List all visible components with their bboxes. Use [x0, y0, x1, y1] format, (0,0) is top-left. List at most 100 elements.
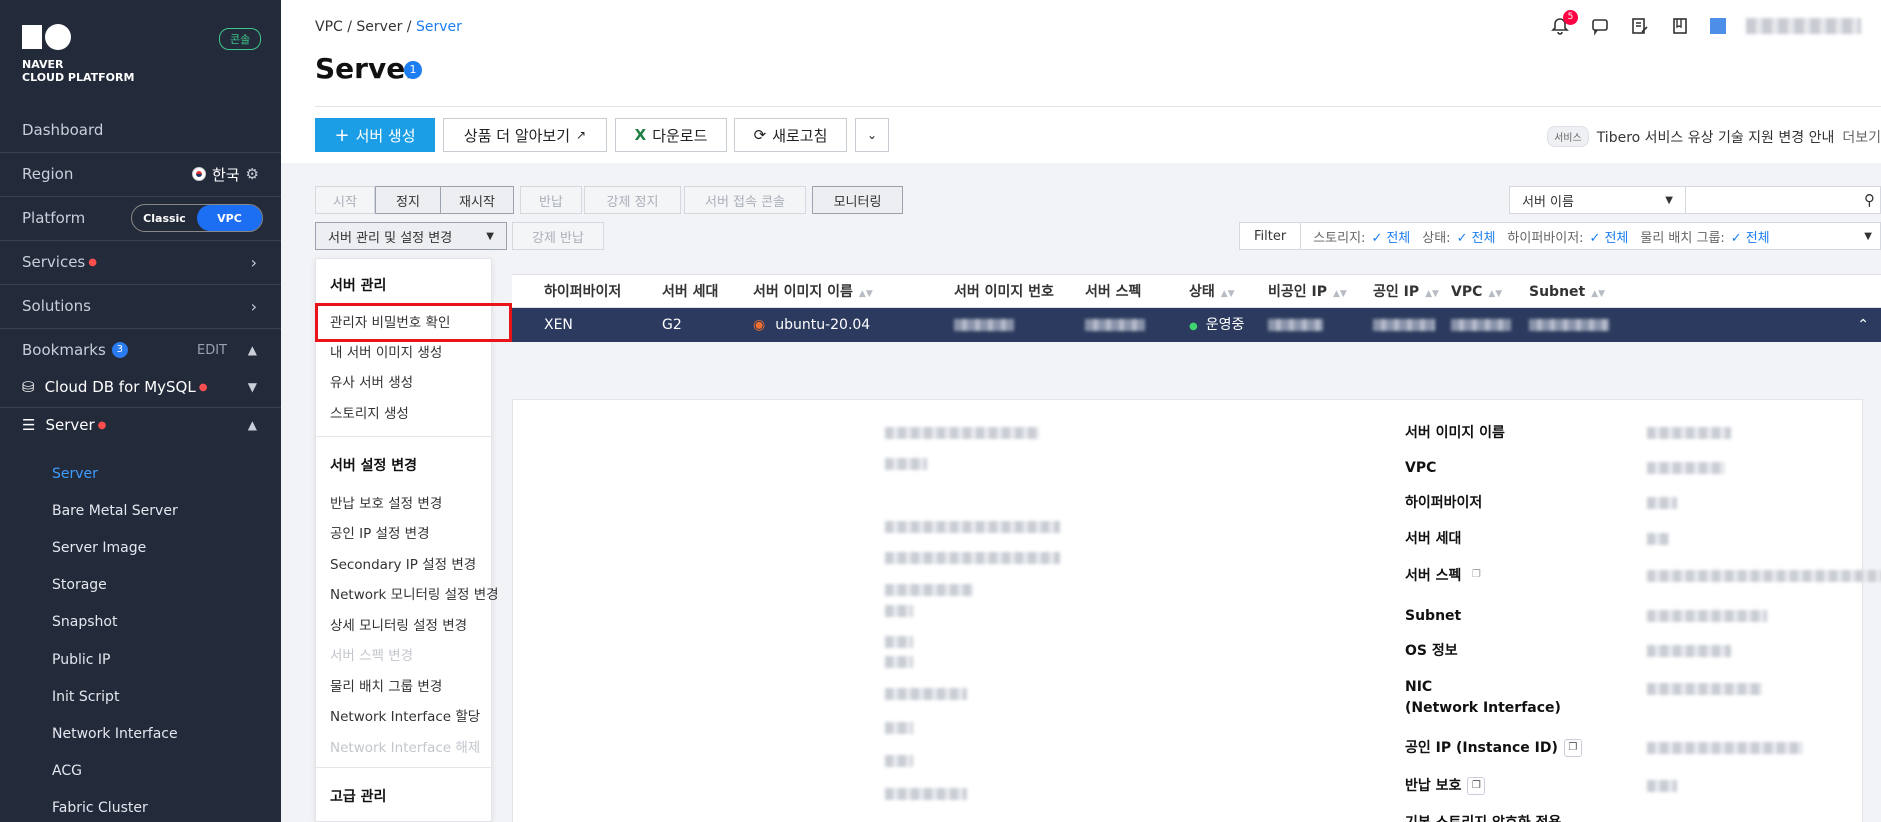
restart-button[interactable]: 재시작: [440, 186, 514, 214]
col-private-ip[interactable]: 비공인 IP ▲▼: [1268, 275, 1347, 311]
filter-bar[interactable]: Filter 스토리지: ✓ 전체 상태: ✓ 전체 하이퍼바이저: ✓ 전체 물리 배치 …: [1239, 222, 1881, 250]
menu-item-create-storage[interactable]: 스토리지 생성: [330, 402, 409, 422]
sidebar-item-solutions[interactable]: Solutions ›: [0, 286, 281, 326]
menu-item-change-spec[interactable]: 서버 스펙 변경: [330, 644, 413, 664]
sort-icon: ▲▼: [1488, 289, 1503, 299]
col-hypervisor[interactable]: 하이퍼바이저: [544, 275, 621, 309]
book-icon[interactable]: [1670, 16, 1690, 36]
copy-icon[interactable]: ❐: [1563, 739, 1582, 757]
check-icon: ✓: [1730, 230, 1742, 246]
notice-more-link[interactable]: 더보기: [1842, 127, 1881, 147]
sidebar-sub-fabric-cluster[interactable]: Fabric Cluster: [52, 800, 148, 816]
menu-item-assign-nic[interactable]: Network Interface 할당: [330, 705, 480, 725]
status-dot-icon: ●: [1189, 321, 1198, 332]
filter-storage[interactable]: 스토리지: ✓ 전체: [1313, 227, 1410, 246]
platform-classic-option[interactable]: Classic: [132, 205, 197, 231]
chevron-up-icon[interactable]: ▲: [248, 343, 257, 357]
caret-down-icon[interactable]: ▼: [1864, 231, 1872, 242]
user-avatar-icon[interactable]: [1710, 18, 1726, 34]
sidebar-sub-server[interactable]: Server: [52, 466, 98, 482]
sidebar-item-dashboard[interactable]: Dashboard: [0, 110, 281, 150]
refresh-button[interactable]: ⟳ 새로고침: [734, 118, 847, 152]
download-button[interactable]: X 다운로드: [615, 118, 727, 152]
caret-down-icon: ▼: [1665, 194, 1673, 206]
menu-item-create-similar-server[interactable]: 유사 서버 생성: [330, 371, 413, 391]
naver-cloud-logo[interactable]: NAVER CLOUD PLATFORM: [22, 24, 134, 84]
notice-text[interactable]: Tibero 서비스 유상 기술 지원 변경 안내: [1597, 127, 1835, 147]
col-spec[interactable]: 서버 스펙: [1085, 275, 1141, 309]
sidebar-sub-server-image[interactable]: Server Image: [52, 540, 146, 556]
return-button[interactable]: 반납: [520, 186, 582, 214]
sidebar-item-region[interactable]: Region 한국 ⚙: [0, 154, 281, 194]
menu-item-network-monitoring[interactable]: Network 모니터링 설정 변경: [330, 583, 499, 603]
search-icon[interactable]: ⚲: [1864, 191, 1875, 209]
filter-hypervisor[interactable]: 하이퍼바이저: ✓ 전체: [1507, 227, 1628, 246]
menu-item-public-ip[interactable]: 공인 IP 설정 변경: [330, 522, 430, 542]
cell-image: ◉ ubuntu-20.04: [753, 317, 871, 333]
menu-item-detailed-monitoring[interactable]: 상세 모니터링 설정 변경: [330, 614, 467, 634]
sidebar-sub-bare-metal-server[interactable]: Bare Metal Server: [52, 503, 178, 519]
col-public-ip[interactable]: 공인 IP ▲▼: [1373, 275, 1439, 311]
sidebar-item-services[interactable]: Services ● ›: [0, 242, 281, 282]
more-dropdown-button[interactable]: ⌄: [855, 118, 889, 152]
menu-item-create-server-image[interactable]: 내 서버 이미지 생성: [330, 341, 442, 361]
service-notice[interactable]: 서비스 Tibero 서비스 유상 기술 지원 변경 안내 더보기: [1547, 126, 1881, 147]
platform-toggle[interactable]: Classic VPC: [131, 204, 263, 232]
filter-placement-group[interactable]: 물리 배치 그룹: ✓ 전체: [1640, 227, 1769, 246]
console-badge[interactable]: 콘솔: [219, 28, 262, 50]
create-server-button[interactable]: + 서버 생성: [315, 118, 435, 152]
col-subnet[interactable]: Subnet ▲▼: [1529, 275, 1605, 311]
label-os: OS 정보: [1405, 643, 1458, 659]
col-status[interactable]: 상태 ▲▼: [1189, 275, 1235, 311]
col-image-number[interactable]: 서버 이미지 번호: [954, 275, 1054, 309]
sidebar-sub-storage[interactable]: Storage: [52, 577, 107, 593]
force-return-button[interactable]: 강제 반납: [512, 222, 604, 250]
menu-item-detach-nic[interactable]: Network Interface 해제: [330, 736, 480, 756]
filter-label[interactable]: Filter: [1240, 223, 1302, 249]
chat-icon[interactable]: [1590, 16, 1610, 36]
breadcrumb-vpc[interactable]: VPC: [315, 19, 343, 35]
edit-note-icon[interactable]: [1630, 16, 1650, 36]
monitoring-button[interactable]: 모니터링: [812, 186, 903, 214]
menu-item-placement-group[interactable]: 물리 배치 그룹 변경: [330, 675, 442, 695]
col-image-name[interactable]: 서버 이미지 이름 ▲▼: [753, 275, 873, 311]
start-button[interactable]: 시작: [315, 186, 375, 214]
breadcrumb-current: Server: [415, 19, 462, 35]
breadcrumb-server[interactable]: Server: [356, 19, 402, 35]
user-name-redacted[interactable]: [1746, 18, 1861, 34]
menu-item-secondary-ip[interactable]: Secondary IP 설정 변경: [330, 553, 476, 573]
sidebar-sub-public-ip[interactable]: Public IP: [52, 652, 110, 668]
learn-more-button[interactable]: 상품 더 알아보기 ↗: [443, 118, 607, 152]
copy-icon[interactable]: ❐: [1467, 567, 1486, 585]
sidebar-sub-init-script[interactable]: Init Script: [52, 689, 119, 705]
menu-section-advanced: 고급 관리: [330, 789, 387, 805]
chevron-down-icon[interactable]: ▼: [248, 380, 257, 394]
force-stop-button[interactable]: 강제 정지: [584, 186, 681, 214]
platform-vpc-option[interactable]: VPC: [197, 205, 262, 231]
sidebar-sub-acg[interactable]: ACG: [52, 763, 82, 779]
chevron-up-icon[interactable]: ▲: [248, 418, 257, 432]
bookmark-server[interactable]: ☰ Server ● ▲: [0, 405, 281, 445]
bell-icon[interactable]: 5: [1550, 10, 1578, 36]
sidebar-sub-snapshot[interactable]: Snapshot: [52, 614, 117, 630]
highlight-box: [315, 303, 512, 342]
table-row[interactable]: XEN G2 ◉ ubuntu-20.04 ● 운영중 ⌃: [512, 308, 1881, 342]
server-detail-panel: 서버 이미지 이름 VPC 하이퍼바이저 서버 세대 서버 스펙 ❐ Subnet…: [512, 399, 1881, 822]
sidebar-sub-network-interface[interactable]: Network Interface: [52, 726, 178, 742]
col-vpc[interactable]: VPC ▲▼: [1451, 275, 1502, 311]
chevron-up-icon[interactable]: ⌃: [1857, 308, 1869, 342]
server-console-button[interactable]: 서버 접속 콘솔: [684, 186, 806, 214]
search-field-select[interactable]: 서버 이름 ▼: [1509, 186, 1686, 214]
gear-icon[interactable]: ⚙: [246, 165, 259, 183]
copy-icon[interactable]: ❐: [1467, 777, 1486, 795]
notice-tag: 서비스: [1547, 126, 1589, 147]
filter-status[interactable]: 상태: ✓ 전체: [1422, 227, 1495, 246]
bookmark-cloud-db-mysql[interactable]: ⛁ Cloud DB for MySQL ● ▼: [0, 367, 281, 407]
col-generation[interactable]: 서버 세대: [662, 275, 718, 309]
logo-text-1: NAVER: [22, 58, 64, 71]
edit-bookmarks-button[interactable]: EDIT: [197, 343, 227, 358]
server-manage-dropdown[interactable]: 서버 관리 및 설정 변경 ▼: [315, 222, 507, 250]
menu-item-return-protection[interactable]: 반납 보호 설정 변경: [330, 492, 442, 512]
search-input[interactable]: [1686, 186, 1881, 214]
stop-button[interactable]: 정지: [375, 186, 441, 214]
